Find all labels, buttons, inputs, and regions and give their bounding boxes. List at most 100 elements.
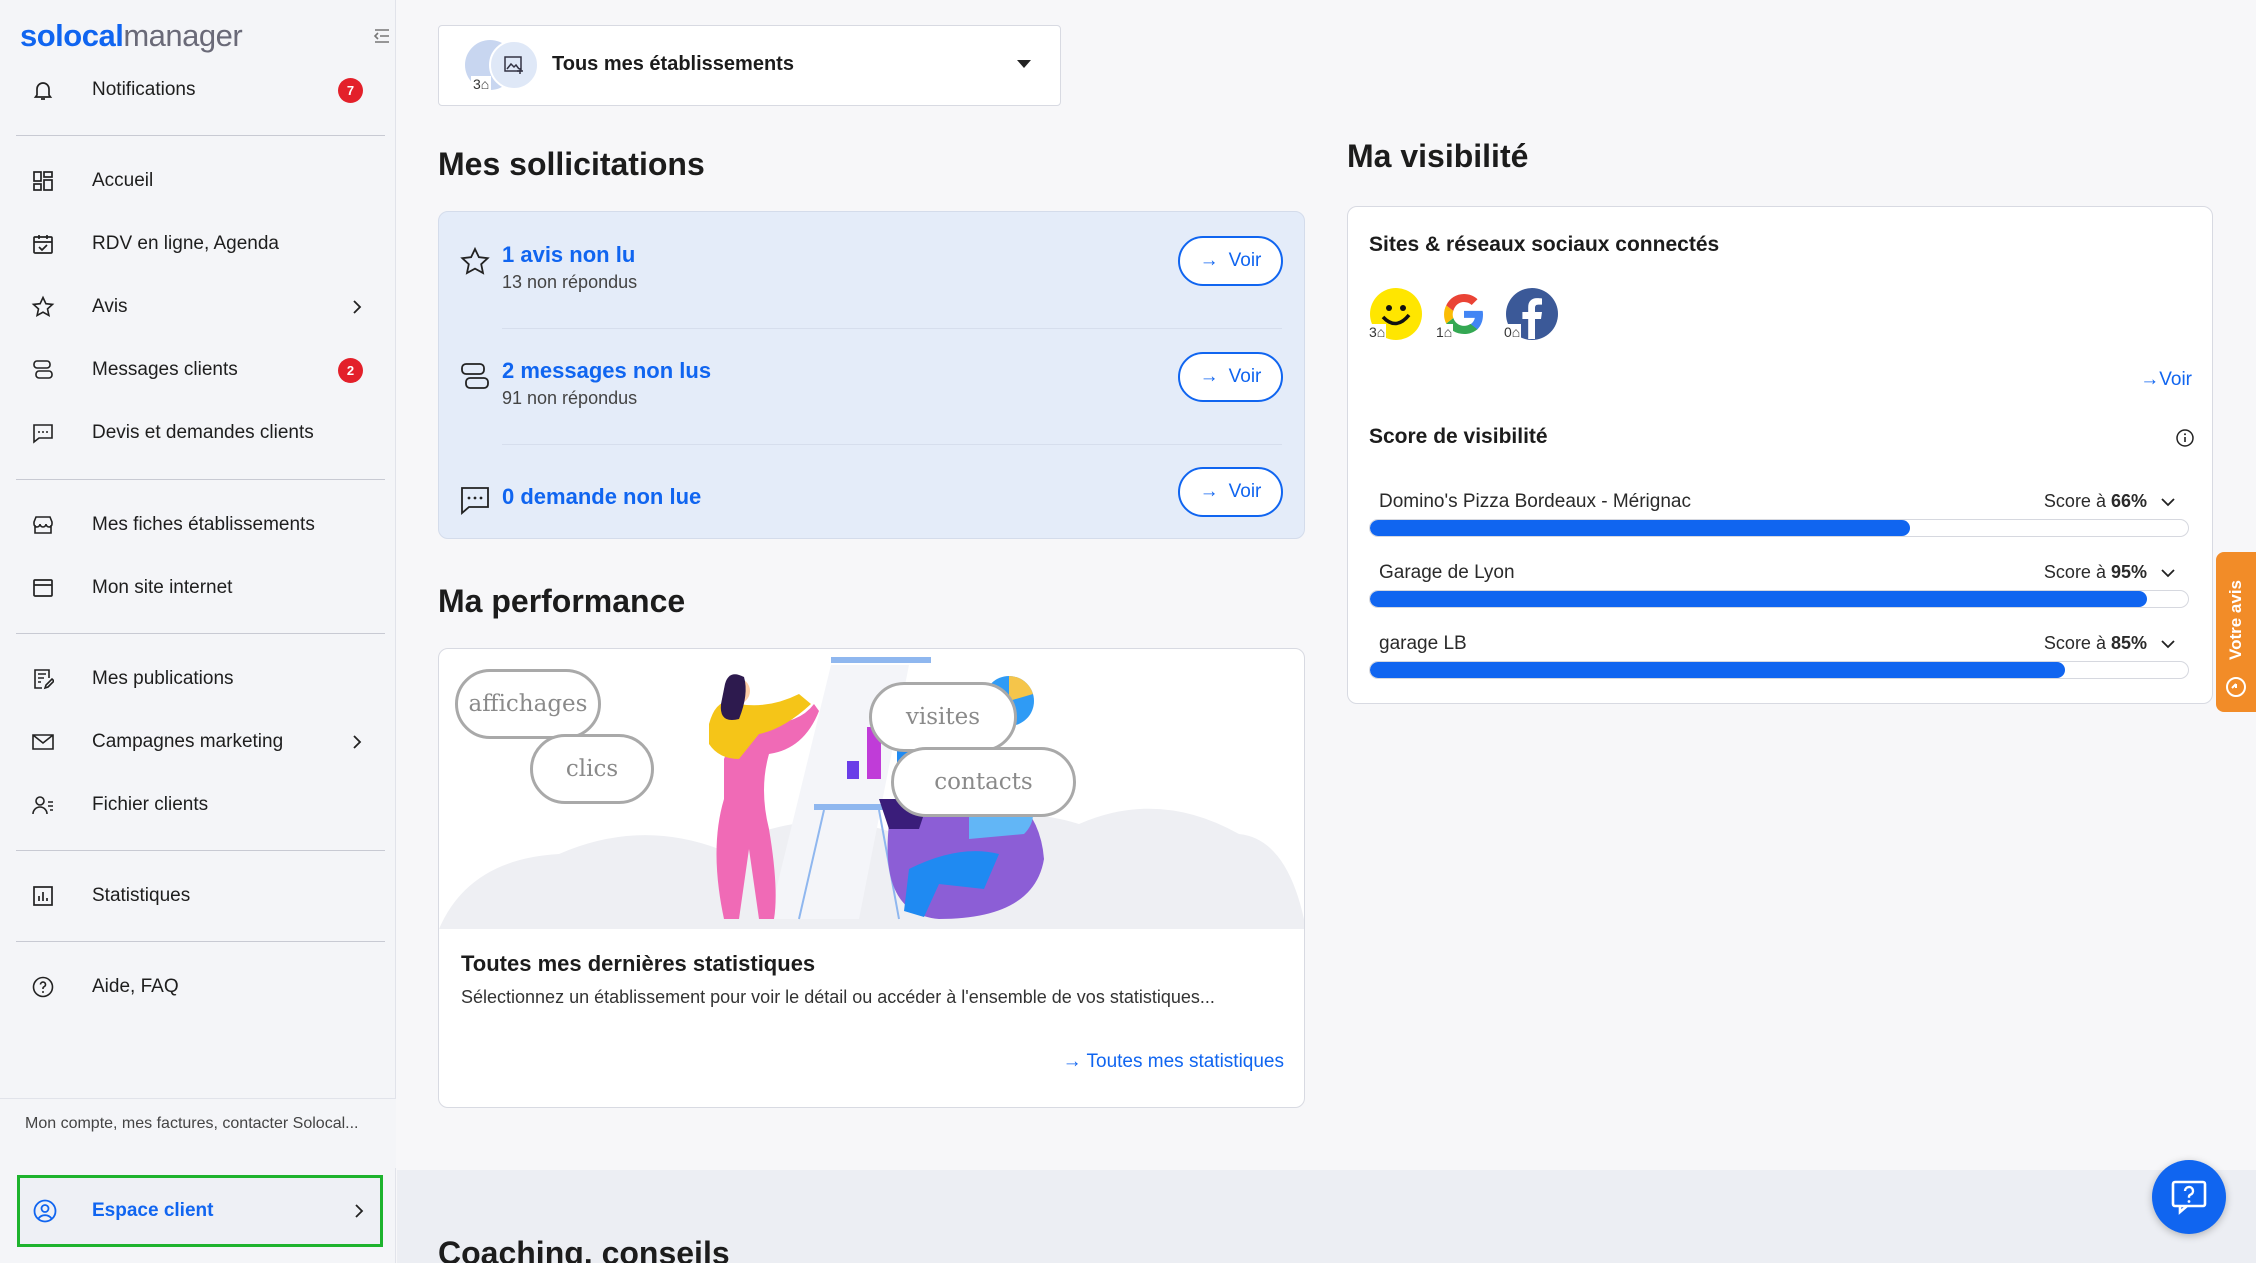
score-row[interactable]: Garage de Lyon Score à 95% — [1369, 562, 2189, 618]
sidebar-item-label: RDV en ligne, Agenda — [92, 233, 279, 254]
establishment-avatar — [489, 40, 539, 90]
sollicitation-primary[interactable]: 0 demande non lue — [502, 484, 701, 510]
caret-down-icon — [1017, 60, 1031, 68]
feedback-tab[interactable]: Votre avis — [2216, 552, 2256, 712]
sollicitation-secondary: 91 non répondus — [502, 388, 638, 408]
sidebar-item-label: Fichier clients — [92, 794, 209, 815]
section-title-visibilite: Ma visibilité — [1347, 138, 1529, 174]
sidebar-item-avis[interactable]: Avis — [0, 282, 396, 332]
feedback-tab-label: Votre avis — [2226, 580, 2245, 661]
score-progress-bar — [1369, 519, 2189, 537]
sidebar-item-mes-fiches[interactable]: Mes fiches établissements — [0, 500, 396, 550]
score-establishment-name: Domino's Pizza Bordeaux - Mérignac — [1379, 491, 1691, 512]
sidebar-divider — [16, 135, 385, 136]
user-circle-icon — [33, 1199, 57, 1223]
espace-client-button[interactable]: Espace client — [17, 1175, 383, 1247]
sidebar-item-fichier-clients[interactable]: Fichier clients — [0, 780, 396, 830]
voir-label: Voir — [1228, 481, 1262, 502]
score-progress-fill — [1370, 591, 2148, 607]
score-progress-fill — [1370, 520, 1910, 536]
score-value: Score à 66% — [2043, 491, 2147, 511]
score-progress-fill — [1370, 662, 2066, 678]
sidebar-item-label: Statistiques — [92, 885, 191, 906]
sidebar-divider — [16, 479, 385, 480]
voir-avis-button[interactable]: → Voir — [1178, 236, 1283, 286]
score-progress-bar — [1369, 661, 2189, 679]
user-list-icon — [29, 791, 57, 819]
performance-card[interactable]: affichages clics visites contacts Toutes… — [438, 648, 1305, 1108]
bell-icon — [29, 76, 57, 104]
sollicitation-primary[interactable]: 2 messages non lus — [502, 358, 711, 384]
solocal-manager-logo[interactable]: solocalmanager — [20, 18, 243, 54]
calendar-icon — [29, 230, 57, 258]
chevron-right-icon — [353, 735, 362, 749]
voir-messages-button[interactable]: → Voir — [1178, 352, 1283, 402]
info-icon[interactable] — [2175, 428, 2195, 448]
sollicitation-secondary: 13 non répondus — [502, 272, 638, 292]
sidebar-item-accueil[interactable]: Accueil — [0, 156, 396, 206]
star-icon — [460, 246, 490, 275]
espace-client-label: Espace client — [92, 1200, 214, 1221]
arrow-right-icon: → — [2140, 369, 2160, 390]
messages-icon — [29, 356, 57, 384]
sidebar-item-rdv-agenda[interactable]: RDV en ligne, Agenda — [0, 219, 396, 269]
chevron-right-icon — [355, 1204, 364, 1218]
bubble-clics: clics — [530, 734, 654, 804]
visibilite-card: Sites & réseaux sociaux connectés 3⌂ 1⌂ … — [1347, 206, 2213, 704]
score-progress-bar — [1369, 590, 2189, 608]
sidebar-item-label: Mes fiches établissements — [92, 514, 315, 535]
chat-dots-icon — [461, 487, 489, 515]
sidebar-item-campagnes[interactable]: Campagnes marketing — [0, 717, 396, 767]
voir-label: Voir — [2159, 369, 2192, 390]
chevron-down-icon[interactable] — [2159, 493, 2177, 511]
feedback-icon — [2226, 677, 2246, 697]
arrow-right-icon: → — [1199, 481, 1219, 502]
sidebar-item-label: Aide, FAQ — [92, 976, 179, 997]
sollicitation-primary[interactable]: 1 avis non lu — [502, 242, 635, 268]
arrow-right-icon: → — [1199, 366, 1219, 387]
score-establishment-name: Garage de Lyon — [1379, 562, 1515, 583]
facebook-count: 0⌂ — [1503, 324, 1522, 340]
sollicitations-card: 1 avis non lu 13 non répondus → Voir 2 me… — [438, 211, 1305, 539]
all-stats-link-label: Toutes mes statistiques — [1086, 1051, 1284, 1072]
collapse-sidebar-icon[interactable] — [372, 26, 392, 46]
edit-document-icon — [29, 665, 57, 693]
image-icon — [504, 56, 523, 74]
google-count: 1⌂ — [1435, 324, 1454, 340]
score-row[interactable]: garage LB Score à 85% — [1369, 633, 2189, 689]
voir-demandes-button[interactable]: → Voir — [1178, 467, 1283, 517]
establishment-selector[interactable]: 3⌂ Tous mes établissements — [438, 25, 1061, 106]
chevron-down-icon[interactable] — [2159, 635, 2177, 653]
sidebar-item-aide-faq[interactable]: Aide, FAQ — [0, 962, 396, 1012]
pagesjaunes-count: 3⌂ — [1368, 324, 1387, 340]
score-row[interactable]: Domino's Pizza Bordeaux - Mérignac Score… — [1369, 491, 2189, 547]
sidebar-item-label: Campagnes marketing — [92, 731, 284, 752]
voir-reseaux-link[interactable]: →Voir — [2140, 369, 2192, 391]
sidebar: solocalmanager Notifications 7 Accueil R… — [0, 0, 396, 1263]
messages-badge: 2 — [338, 357, 363, 383]
account-note[interactable]: Mon compte, mes factures, contacter Solo… — [0, 1098, 396, 1168]
all-stats-link[interactable]: → Toutes mes statistiques — [1063, 1051, 1284, 1073]
help-chat-button[interactable] — [2152, 1160, 2226, 1234]
sidebar-item-mon-site[interactable]: Mon site internet — [0, 563, 396, 613]
sollicitation-row-demandes: 0 demande non lue → Voir — [439, 444, 1306, 559]
sollicitation-row-messages: 2 messages non lus 91 non répondus → Voir — [439, 328, 1306, 443]
store-icon — [29, 511, 57, 539]
sidebar-divider — [16, 633, 385, 634]
voir-label: Voir — [1228, 366, 1262, 387]
establishment-count: 3⌂ — [471, 76, 492, 92]
notifications-badge: 7 — [338, 77, 363, 103]
bar-chart-icon — [29, 882, 57, 910]
social-networks-title: Sites & réseaux sociaux connectés — [1369, 233, 1720, 256]
sidebar-item-publications[interactable]: Mes publications — [0, 654, 396, 704]
score-value: Score à 95% — [2043, 562, 2147, 582]
sidebar-item-devis[interactable]: Devis et demandes clients — [0, 408, 396, 458]
help-chat-icon — [2171, 1180, 2207, 1215]
sidebar-item-statistiques[interactable]: Statistiques — [0, 871, 396, 921]
sidebar-item-messages-clients[interactable]: Messages clients 2 — [0, 345, 396, 395]
sidebar-item-label: Avis — [92, 296, 128, 317]
sidebar-item-notifications[interactable]: Notifications 7 — [0, 65, 396, 115]
bubble-visites: visites — [869, 682, 1017, 752]
score-value: Score à 85% — [2043, 633, 2147, 653]
chevron-down-icon[interactable] — [2159, 564, 2177, 582]
